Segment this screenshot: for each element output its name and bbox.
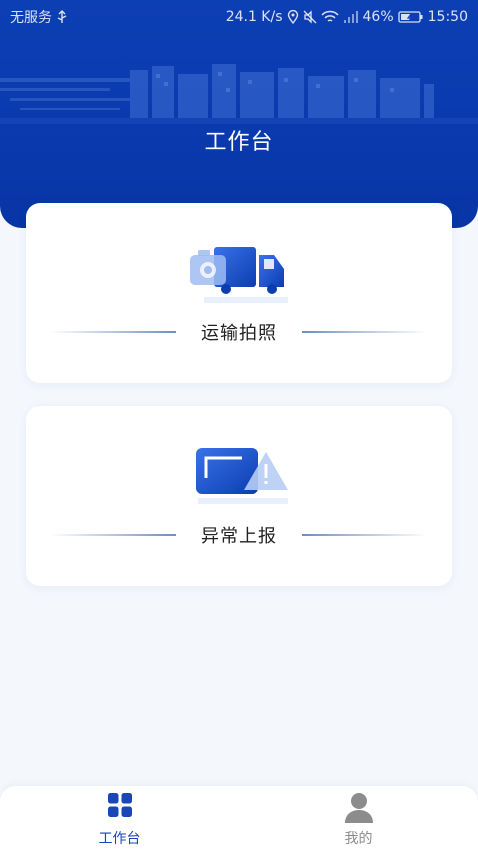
card-label-row: 运输拍照 [26, 315, 452, 347]
warning-card-icon [196, 448, 288, 504]
divider-line-right [302, 331, 428, 333]
tab-mine[interactable]: 我的 [239, 786, 478, 850]
status-bar: 无服务 24.1 K/s 46% 15:50 [0, 0, 478, 34]
battery-percent: 46% [362, 9, 394, 25]
header: 无服务 24.1 K/s 46% 15:50 工作台 [0, 0, 478, 228]
carrier-text: 无服务 [10, 10, 52, 26]
network-speed: 24.1 K/s [225, 9, 283, 25]
battery-icon [397, 10, 424, 24]
truck-camera-icon [190, 247, 288, 303]
exception-report-card[interactable]: 异常上报 [26, 406, 452, 586]
grid-icon [107, 793, 132, 817]
wifi-icon [320, 10, 339, 24]
tab-workbench-label: 工作台 [98, 831, 141, 847]
location-icon [287, 10, 299, 24]
tab-mine-label: 我的 [344, 831, 373, 847]
usb-icon [56, 10, 68, 24]
divider-line-right [302, 534, 428, 536]
mute-icon [303, 10, 317, 24]
person-icon [344, 793, 373, 823]
signal-icon [343, 10, 359, 24]
tab-workbench[interactable]: 工作台 [0, 786, 239, 850]
card-label-row: 异常上报 [26, 518, 452, 550]
clock-time: 15:50 [427, 9, 468, 25]
transport-photo-card[interactable]: 运输拍照 [26, 203, 452, 383]
bottom-tab-bar: 工作台 我的 [0, 786, 478, 850]
page-title: 工作台 [204, 130, 274, 155]
